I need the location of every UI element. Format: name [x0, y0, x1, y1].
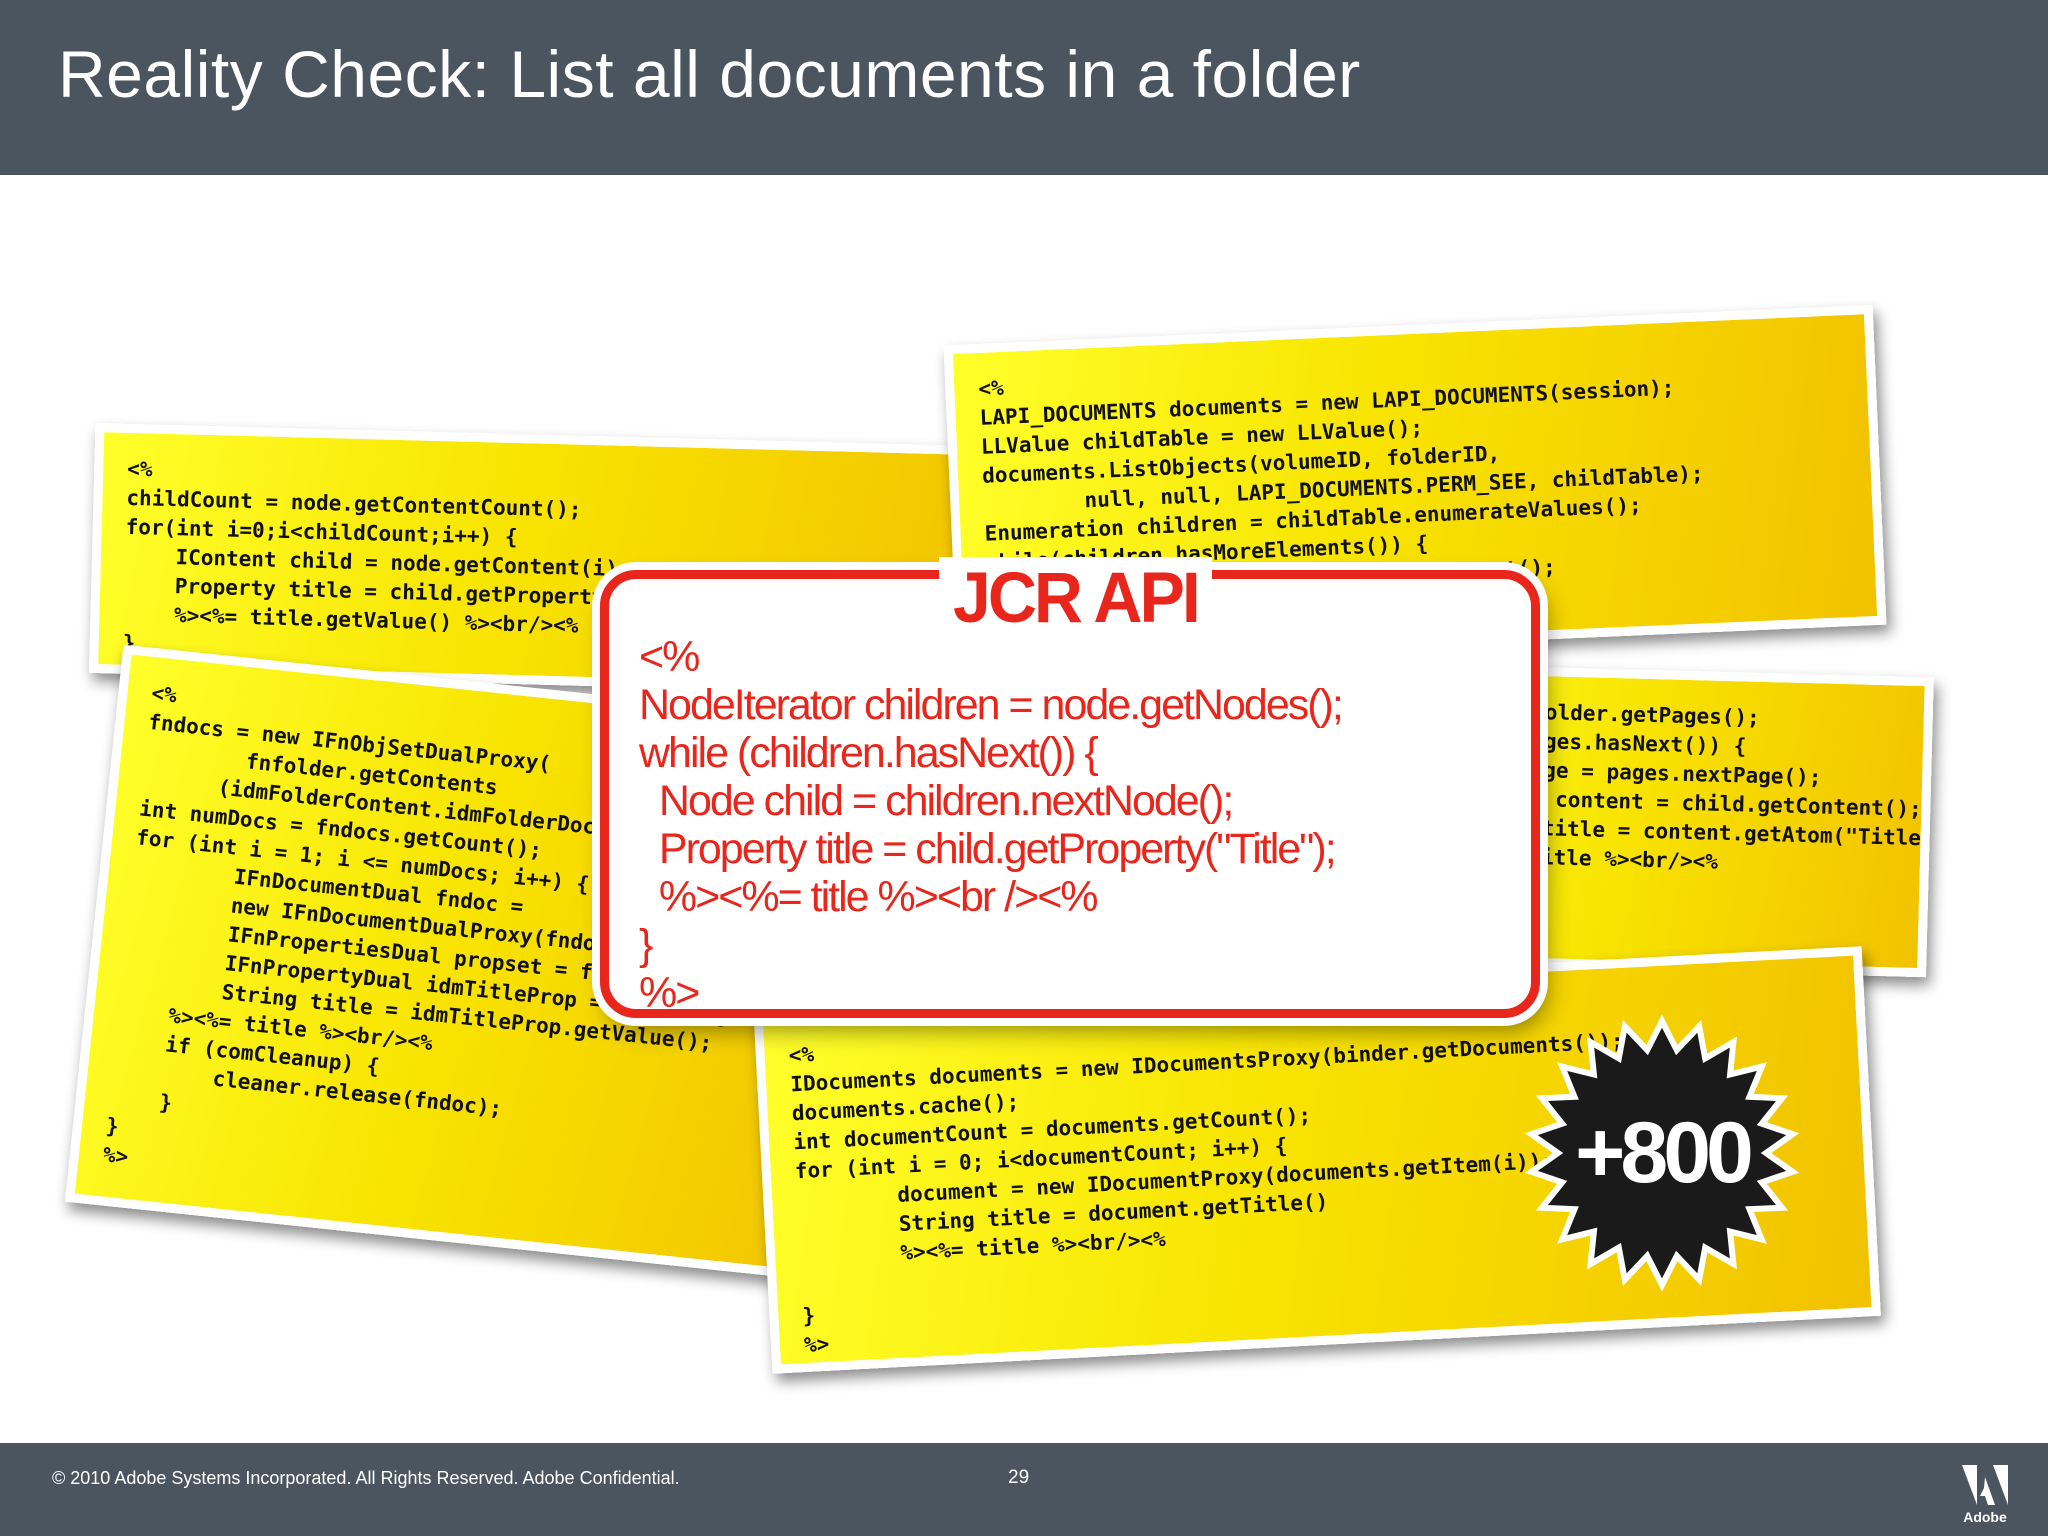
slide-title: Reality Check: List all documents in a f…: [58, 37, 1361, 111]
adobe-logo-icon: [1962, 1465, 2008, 1505]
jcr-code-snippet: <% NodeIterator children = node.getNodes…: [639, 633, 1344, 1017]
badge-count: +800: [1575, 1105, 1754, 1201]
slide-footer: © 2010 Adobe Systems Incorporated. All R…: [0, 1443, 2048, 1536]
copyright-notice: © 2010 Adobe Systems Incorporated. All R…: [52, 1468, 680, 1488]
jcr-api-label: JCR API: [939, 557, 1212, 639]
adobe-wordmark: Adobe: [1963, 1509, 2007, 1525]
jcr-api-callout: JCR API <% NodeIterator children = node.…: [600, 557, 1540, 1018]
slide-header: Reality Check: List all documents in a f…: [0, 0, 2048, 175]
slide-content: <% childCount = node.getContentCount(); …: [0, 175, 2048, 1443]
adobe-logo: Adobe: [1960, 1463, 2010, 1527]
starburst-badge: +800: [1522, 1013, 1802, 1293]
page-number: 29: [1008, 1467, 1030, 1488]
